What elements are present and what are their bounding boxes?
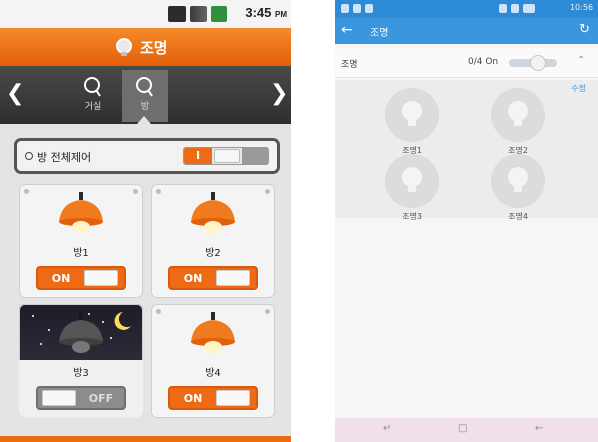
next-arrow-icon[interactable]: ❯ (270, 83, 288, 105)
lamp-off-icon (59, 312, 103, 353)
light-circle (385, 154, 439, 208)
left-phone-screen: 3:45 PM 조명 ❮ 거실 방 ❯ 방 전체제어 I 방1 ON 방2 ON… (0, 0, 291, 442)
screw (265, 309, 270, 314)
bulb-icon (402, 167, 422, 192)
toggle-state-label: OFF (88, 392, 114, 405)
right-phone-screen: 10:56 ← 조명 ↻ 조명 0/4 On ⌃ 수정 조명1 조명2 조명3 … (335, 0, 598, 442)
refresh-icon[interactable]: ↻ (579, 22, 590, 37)
chevron-up-icon[interactable]: ⌃ (577, 55, 585, 66)
room-card-1: 방1 ON (19, 184, 143, 298)
page-title: 조명 (370, 28, 389, 39)
room-card-4: 방4 ON (151, 304, 275, 418)
room-card-3: 방3 OFF (19, 304, 143, 418)
room-name: 방2 (205, 248, 221, 259)
prev-arrow-icon[interactable]: ❮ (6, 83, 24, 105)
screw (156, 189, 161, 194)
group-toggle-thumb[interactable] (530, 55, 546, 71)
tab-living-room[interactable]: 거실 (70, 70, 116, 122)
light-circle (491, 154, 545, 208)
group-label: 조명 (341, 60, 358, 70)
3g-icon (168, 6, 186, 22)
room-name: 방1 (73, 248, 89, 259)
toggle-knob (42, 390, 76, 406)
tab-label: 거실 (84, 102, 102, 112)
room-toggle[interactable]: ON (36, 266, 126, 290)
light-circle (491, 88, 545, 142)
battery-icon (523, 4, 535, 13)
signal-icon (190, 6, 207, 22)
room-toggle[interactable]: ON (168, 386, 258, 410)
screw (24, 189, 29, 194)
master-off-segment (242, 148, 268, 164)
master-label: 방 전체제어 (37, 151, 92, 164)
light-group-row[interactable]: 조명 0/4 On ⌃ (335, 48, 598, 78)
tab-room[interactable]: 방 (122, 70, 168, 122)
light-label: 조명4 (508, 212, 528, 221)
screw (265, 189, 270, 194)
lamp-on-icon (191, 312, 235, 353)
system-nav-bar: ↵ □ ← (335, 418, 598, 442)
toggle-state-label: ON (51, 272, 71, 285)
room-name: 방3 (73, 368, 89, 379)
notification-icon (353, 4, 361, 13)
light-tile-2[interactable]: 조명2 (488, 88, 548, 156)
bottom-accent-bar (0, 436, 291, 442)
lights-panel: 수정 조명1 조명2 조명3 조명4 (335, 80, 598, 221)
light-tile-3[interactable]: 조명3 (382, 154, 442, 222)
recent-apps-icon[interactable]: ↵ (383, 423, 391, 434)
back-arrow-icon[interactable]: ← (341, 22, 353, 38)
toggle-knob (216, 270, 250, 286)
room-name: 방4 (205, 368, 221, 379)
back-icon[interactable]: ← (535, 423, 543, 434)
tab-pointer (137, 116, 151, 124)
light-tile-4[interactable]: 조명4 (488, 154, 548, 222)
signal-icon (511, 4, 519, 13)
bulb-icon (508, 101, 528, 126)
bulb-outline-icon (84, 77, 101, 97)
bulb-icon (402, 101, 422, 126)
radio-icon (25, 152, 33, 160)
toggle-state-label: ON (183, 272, 203, 285)
room-card-2: 방2 ON (151, 184, 275, 298)
bulb-icon (116, 38, 132, 56)
app-bar: ← 조명 ↻ (335, 18, 598, 44)
room-toggle[interactable]: OFF (36, 386, 126, 410)
toggle-state-label: ON (183, 392, 203, 405)
home-icon[interactable]: □ (458, 423, 467, 434)
toggle-knob (216, 390, 250, 406)
page-title: 조명 (140, 39, 168, 57)
light-label: 조명3 (402, 212, 422, 221)
bulb-icon (508, 167, 528, 192)
lamp-on-icon (59, 192, 103, 233)
battery-icon (211, 6, 227, 22)
room-toggle[interactable]: ON (168, 266, 258, 290)
status-bar: 3:45 PM (0, 0, 291, 28)
toggle-knob (84, 270, 118, 286)
status-time: 10:56 (569, 3, 593, 12)
wifi-icon (499, 4, 507, 13)
light-tile-1[interactable]: 조명1 (382, 88, 442, 156)
screw (156, 309, 161, 314)
room-selector: ❮ 거실 방 ❯ (0, 66, 291, 124)
app-title-bar: 조명 (0, 28, 291, 66)
light-circle (385, 88, 439, 142)
tab-label: 방 (140, 102, 150, 112)
master-on-label: I (184, 148, 212, 164)
screw (133, 189, 138, 194)
on-count: 0/4 On (468, 57, 499, 67)
notification-icon (341, 4, 349, 13)
toggle-knob (214, 149, 240, 163)
master-toggle[interactable]: I (183, 147, 269, 165)
bulb-outline-icon (136, 77, 153, 97)
edit-link[interactable]: 수정 (571, 83, 586, 94)
master-control: 방 전체제어 I (14, 138, 280, 174)
moon-icon (114, 312, 131, 330)
lamp-on-icon (191, 192, 235, 233)
status-bar: 10:56 (335, 0, 598, 18)
notification-icon (365, 4, 373, 13)
status-time: 3:45 PM (245, 5, 287, 20)
